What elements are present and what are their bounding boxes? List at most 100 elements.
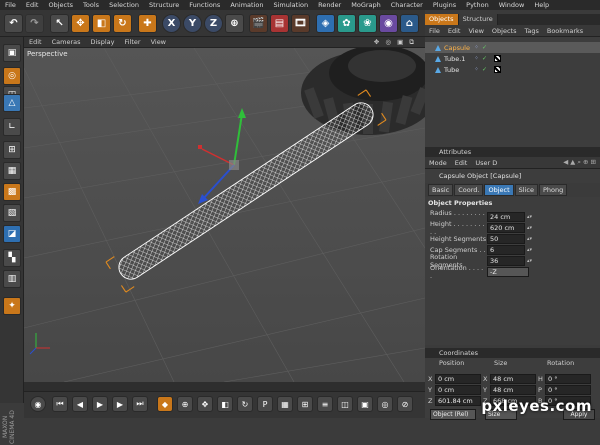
timeline-extra5-icon[interactable]: ◎ xyxy=(377,396,393,412)
visibility-dots-icon[interactable]: ⁘ xyxy=(474,66,479,73)
viewport-menu-view[interactable]: View xyxy=(146,38,171,46)
play-icon[interactable]: ▶ xyxy=(92,396,108,412)
coordinate-system-icon[interactable]: ⊕ xyxy=(225,14,244,33)
next-frame-icon[interactable]: ▶ xyxy=(112,396,128,412)
scale-tool-icon[interactable]: ◧ xyxy=(92,14,111,33)
timeline-extra6-icon[interactable]: ⊘ xyxy=(397,396,413,412)
stepper-icon[interactable]: ▴▾ xyxy=(527,214,532,220)
height-segments-field[interactable]: 50 xyxy=(487,233,525,244)
list-item[interactable]: Tube.1 ⁘ ✓ xyxy=(425,53,600,64)
visibility-dots-icon[interactable]: ⁘ xyxy=(474,44,479,51)
menu-structure[interactable]: Structure xyxy=(144,1,184,9)
enable-check-icon[interactable]: ✓ xyxy=(482,44,487,51)
undo-icon[interactable]: ↶ xyxy=(4,14,23,33)
y-axis-lock-button[interactable]: Y xyxy=(183,14,202,33)
menu-objects[interactable]: Objects xyxy=(43,1,78,9)
timeline-extra4-icon[interactable]: ▣ xyxy=(357,396,373,412)
menu-window[interactable]: Window xyxy=(494,1,530,9)
tweak-mode-icon[interactable]: ◪ xyxy=(3,225,21,243)
key-pla-icon[interactable]: ▦ xyxy=(277,396,293,412)
go-start-icon[interactable]: ⏮ xyxy=(52,396,68,412)
make-editable-icon[interactable]: ▣ xyxy=(3,44,21,62)
timeline-extra-icon[interactable]: ⊞ xyxy=(297,396,313,412)
move-tool-icon[interactable]: ✥ xyxy=(71,14,90,33)
enable-check-icon[interactable]: ✓ xyxy=(482,66,487,73)
timeline-extra2-icon[interactable]: ≡ xyxy=(317,396,333,412)
deformer-icon[interactable]: ◉ xyxy=(379,14,398,33)
viewport[interactable]: Perspective xyxy=(24,48,425,382)
polygons-mode-icon[interactable]: ▩ xyxy=(3,183,21,201)
objects-menu-edit[interactable]: Edit xyxy=(444,27,465,35)
nurbs-icon[interactable]: ✿ xyxy=(337,14,356,33)
viewport-menu-filter[interactable]: Filter xyxy=(119,38,145,46)
position-y-field[interactable]: 0 cm xyxy=(435,384,481,395)
viewport-menu-cameras[interactable]: Cameras xyxy=(47,38,86,46)
rotation-p-field[interactable]: 0 ° xyxy=(545,384,591,395)
position-x-field[interactable]: 0 cm xyxy=(435,373,481,384)
keyframe-icon[interactable]: ◆ xyxy=(157,396,173,412)
prev-frame-icon[interactable]: ◀ xyxy=(72,396,88,412)
rotate-tool-icon[interactable]: ↻ xyxy=(113,14,132,33)
go-end-icon[interactable]: ⏭ xyxy=(132,396,148,412)
autokey-icon[interactable]: ⊕ xyxy=(177,396,193,412)
x-axis-lock-button[interactable]: X xyxy=(162,14,181,33)
tab-slice[interactable]: Slice xyxy=(514,184,538,196)
height-field[interactable]: 620 cm xyxy=(487,222,525,233)
menu-functions[interactable]: Functions xyxy=(184,1,225,9)
tab-phong[interactable]: Phong xyxy=(538,184,568,196)
tab-structure[interactable]: Structure xyxy=(458,14,498,25)
live-selection-icon[interactable]: ▧ xyxy=(3,204,21,222)
material-tag-icon[interactable] xyxy=(494,66,502,73)
redo-icon[interactable]: ↷ xyxy=(25,14,44,33)
menu-mograph[interactable]: MoGraph xyxy=(346,1,386,9)
objects-menu-bookmarks[interactable]: Bookmarks xyxy=(543,27,587,35)
timeline-extra3-icon[interactable]: ◫ xyxy=(337,396,353,412)
objects-menu-file[interactable]: File xyxy=(425,27,444,35)
key-scale-icon[interactable]: ◧ xyxy=(217,396,233,412)
workplane-icon[interactable]: ▚ xyxy=(3,249,21,267)
coordinate-mode-select[interactable]: Object (Rel) xyxy=(430,409,476,420)
axis-mode-icon[interactable]: ∟ xyxy=(3,118,21,136)
menu-character[interactable]: Character xyxy=(386,1,428,9)
scene-icon[interactable]: ⌂ xyxy=(400,14,419,33)
orientation-select[interactable]: -Z xyxy=(487,266,529,277)
points-mode-icon[interactable]: ⊞ xyxy=(3,141,21,159)
tab-object[interactable]: Object xyxy=(484,184,514,196)
render-picture-viewer-icon[interactable]: ▤ xyxy=(270,14,289,33)
stepper-icon[interactable]: ▴▾ xyxy=(527,258,532,264)
tab-basic[interactable]: Basic xyxy=(428,184,454,196)
tab-coord[interactable]: Coord. xyxy=(454,184,484,196)
enable-check-icon[interactable]: ✓ xyxy=(482,55,487,62)
key-position-icon[interactable]: ✥ xyxy=(197,396,213,412)
viewport-menu-display[interactable]: Display xyxy=(86,38,120,46)
list-item[interactable]: Capsule ⁘ ✓ xyxy=(425,42,600,53)
select-arrow-icon[interactable]: ↖ xyxy=(50,14,69,33)
key-rotation-icon[interactable]: ↻ xyxy=(237,396,253,412)
snap-icon[interactable]: ▥ xyxy=(3,270,21,288)
soft-selection-icon[interactable]: ✦ xyxy=(3,297,21,315)
model-mode-icon[interactable]: ◎ xyxy=(3,67,21,85)
objects-menu-view[interactable]: View xyxy=(464,27,487,35)
timeline-ruler[interactable] xyxy=(24,382,425,391)
stepper-icon[interactable]: ▴▾ xyxy=(527,247,532,253)
add-object-icon[interactable]: ✚ xyxy=(138,14,157,33)
menu-file[interactable]: File xyxy=(0,1,21,9)
stepper-icon[interactable]: ▴▾ xyxy=(527,236,532,242)
menu-help[interactable]: Help xyxy=(529,1,554,9)
visibility-dots-icon[interactable]: ⁘ xyxy=(474,55,479,62)
render-view-icon[interactable]: 🎬 xyxy=(249,14,268,33)
viewport-menu-edit[interactable]: Edit xyxy=(24,38,47,46)
rotation-segments-field[interactable]: 36 xyxy=(487,255,525,266)
attributes-menu-edit[interactable]: Edit xyxy=(451,159,472,167)
menu-render[interactable]: Render xyxy=(313,1,346,9)
rotation-h-field[interactable]: 0 ° xyxy=(545,373,591,384)
texture-mode-icon[interactable]: △ xyxy=(3,94,21,112)
list-item[interactable]: Tube ⁘ ✓ xyxy=(425,64,600,75)
render-settings-icon[interactable]: 🎞 xyxy=(291,14,310,33)
menu-animation[interactable]: Animation xyxy=(225,1,268,9)
attributes-nav-icons[interactable]: ◀ ▲ ⌕ ⊕ ⊞ xyxy=(559,158,600,167)
size-y-field[interactable]: 48 cm xyxy=(490,384,536,395)
menu-tools[interactable]: Tools xyxy=(78,1,104,9)
key-param-icon[interactable]: P xyxy=(257,396,273,412)
radius-field[interactable]: 24 cm xyxy=(487,211,525,222)
